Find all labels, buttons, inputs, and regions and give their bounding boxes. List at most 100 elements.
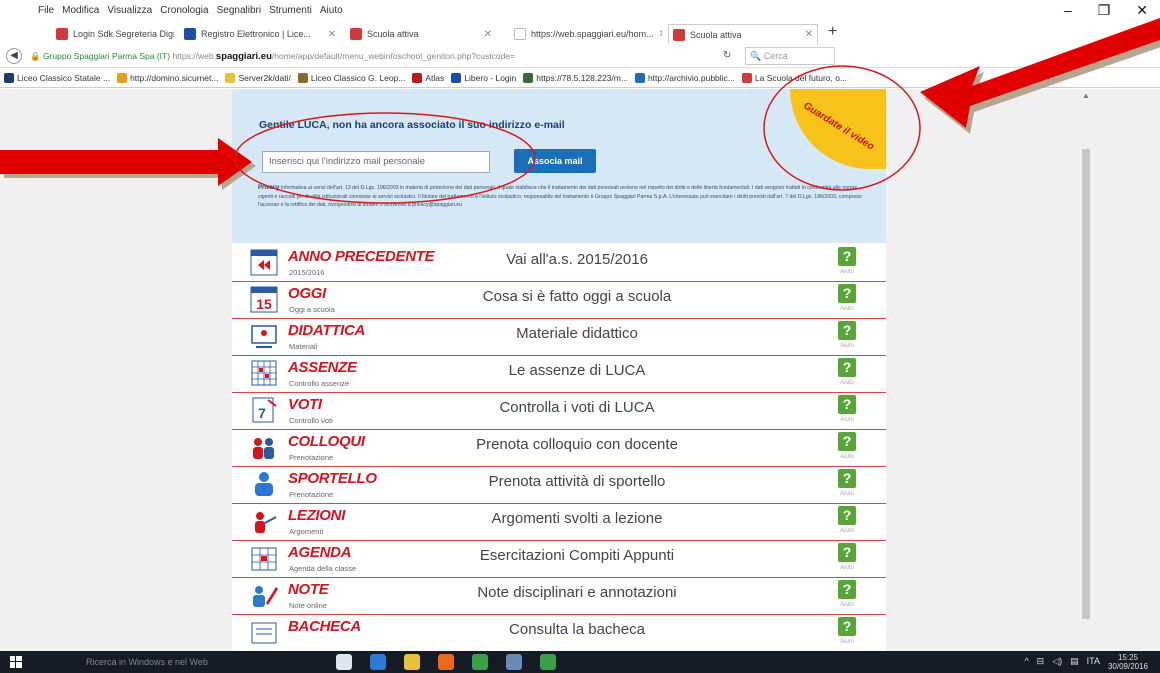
menu-item[interactable]: Visualizza: [107, 5, 152, 16]
tab-label: Registro Elettronico | Lice...: [201, 29, 311, 39]
menu-item[interactable]: Segnalibri: [217, 5, 261, 16]
menu-title: LEZIONI: [288, 507, 346, 524]
firefox-icon[interactable]: [438, 654, 454, 670]
bookmark-item[interactable]: La Scuola del futuro, o...: [741, 72, 847, 83]
menu-description: Controlla i voti di LUCA: [499, 399, 655, 416]
menu-item-voti[interactable]: 7 VOTI Controllo voti Controlla i voti di L…: [232, 393, 886, 430]
app-icon[interactable]: [506, 654, 522, 670]
help-icon[interactable]: ?: [838, 247, 856, 266]
menu-item-oggi[interactable]: 15 OGGI Oggi a scuola Cosa si è fatto oggi …: [232, 282, 886, 319]
back-button[interactable]: ◀: [6, 48, 22, 64]
close-tab-icon[interactable]: ✕: [805, 29, 817, 40]
bookmark-item[interactable]: http://domino.sicurnet...: [117, 72, 218, 83]
menu-item[interactable]: Strumenti: [269, 5, 312, 16]
bookmark-label: Server2k/dati/: [238, 72, 291, 83]
whiteboard-icon: [250, 322, 278, 350]
bookmark-item[interactable]: Server2k/dati/: [225, 72, 291, 83]
menu-item-anno-precedente[interactable]: ANNO PRECEDENTE 2015/2016 Vai all'a.s. 201…: [232, 245, 886, 282]
tab[interactable]: Login Sdk Segreteria Digit...✕: [52, 24, 174, 44]
help-icon[interactable]: ?: [838, 469, 856, 488]
help-icon[interactable]: ?: [838, 580, 856, 599]
search-field[interactable]: 🔍 Cerca: [745, 47, 835, 65]
bookmark-item[interactable]: Liceo Classico Statale ...: [4, 72, 110, 83]
chrome-icon-2[interactable]: [540, 654, 556, 670]
language-indicator[interactable]: ITA: [1087, 656, 1100, 667]
menu-description: Consulta la bacheca: [509, 621, 645, 638]
agenda-icon: [250, 544, 278, 572]
menu-item-didattica[interactable]: DIDATTICA Materiali Materiale didattico? Ai…: [232, 319, 886, 356]
help-icon[interactable]: ?: [838, 358, 856, 377]
tab-label: Scuola attiva: [690, 29, 742, 40]
favicon-icon: [225, 72, 236, 83]
menu-item-agenda[interactable]: AGENDA Agenda della classe Esercitazioni C…: [232, 541, 886, 578]
reload-icon[interactable]: ↻: [723, 50, 731, 61]
scrollbar[interactable]: ▲: [1080, 89, 1092, 651]
restore-icon[interactable]: ❐: [1098, 2, 1111, 19]
menu-item-assenze[interactable]: ASSENZE Controllo assenze Le assenze di LU…: [232, 356, 886, 393]
volume-icon[interactable]: ◁): [1052, 656, 1062, 667]
bookmark-item[interactable]: http://archivio.pubblic...: [634, 72, 735, 83]
associate-mail-button[interactable]: Associa mail: [514, 149, 596, 173]
help-icon[interactable]: ?: [838, 321, 856, 340]
menu-item[interactable]: Aiuto: [320, 5, 343, 16]
taskbar-search[interactable]: Ricerca in Windows e nel Web: [78, 654, 308, 670]
url-domain: spaggiari.eu: [215, 51, 272, 62]
store-icon[interactable]: [336, 654, 352, 670]
email-field[interactable]: Inserisci qui l'indirizzo mail personale: [262, 151, 490, 173]
close-tab-icon[interactable]: ✕: [484, 29, 496, 40]
menu-item[interactable]: Modifica: [62, 5, 99, 16]
menu-item-sportello[interactable]: SPORTELLO Prenotazione Prenota attività di…: [232, 467, 886, 504]
start-button[interactable]: [0, 651, 32, 673]
help-icon[interactable]: ?: [838, 432, 856, 451]
chrome-icon[interactable]: [472, 654, 488, 670]
tab[interactable]: Scuola attiva ✕: [668, 24, 818, 44]
new-tab-button[interactable]: +: [828, 23, 837, 41]
bookmark-item[interactable]: Atlas: [412, 72, 444, 83]
person-desk-icon: [250, 470, 278, 498]
bookmark-item[interactable]: Libero - Login: [451, 72, 516, 83]
menu-title: ANNO PRECEDENTE: [288, 248, 435, 265]
menu-item-bacheca[interactable]: BACHECA Consulta la bacheca? Aiuto: [232, 615, 886, 651]
help-icon[interactable]: ?: [838, 617, 856, 636]
help-icon[interactable]: ?: [838, 506, 856, 525]
notifications-icon[interactable]: ▤: [1070, 656, 1079, 667]
scroll-thumb[interactable]: [1082, 149, 1090, 619]
close-icon[interactable]: ✕: [1136, 2, 1148, 19]
menu-item-lezioni[interactable]: LEZIONI Argomenti Argomenti svolti a lezio…: [232, 504, 886, 541]
close-tab-icon[interactable]: ✕: [328, 29, 340, 40]
tab[interactable]: Registro Elettronico | Lice... ✕: [180, 24, 340, 44]
note-person-icon: [250, 581, 278, 609]
page-content: Gentile LUCA, non ha ancora associato il…: [232, 89, 886, 651]
edge-icon[interactable]: [370, 654, 386, 670]
help-icon[interactable]: ?: [838, 395, 856, 414]
clock[interactable]: 15:25 30/09/2016: [1108, 653, 1148, 671]
menu-item-note[interactable]: NOTE Note online Note disciplinari e annot…: [232, 578, 886, 615]
help-icon[interactable]: ?: [838, 543, 856, 562]
explorer-icon[interactable]: [404, 654, 420, 670]
favicon-icon: [297, 72, 308, 83]
menu-icon[interactable]: ☰: [1062, 50, 1074, 66]
menu-description: Le assenze di LUCA: [508, 362, 646, 379]
menu-subtitle: Prenotazione: [289, 490, 334, 499]
help-label: Aiuto: [840, 380, 854, 386]
scroll-up-icon[interactable]: ▲: [1082, 91, 1090, 100]
address-bar[interactable]: 🔒 Gruppo Spaggiari Parma Spa (IT) https:…: [30, 48, 720, 64]
menu-item[interactable]: File: [38, 5, 54, 16]
network-icon[interactable]: ⊟: [1037, 656, 1045, 667]
menu-item[interactable]: Cronologia: [160, 5, 208, 16]
minimize-icon[interactable]: –: [1064, 2, 1072, 19]
bookmark-item[interactable]: Liceo Classico G. Leop...: [297, 72, 405, 83]
close-tab-icon[interactable]: ✕: [659, 29, 662, 40]
bookmark-item[interactable]: https://78.5.128.223/m...: [523, 72, 628, 83]
tab-bar: Login Sdk Segreteria Digit...✕ Registro E…: [0, 22, 1160, 44]
help-icon[interactable]: ?: [838, 284, 856, 303]
back-calendar-icon: [250, 248, 278, 276]
video-badge[interactable]: Guardate il video: [790, 89, 886, 169]
tray-arrow-icon[interactable]: ^: [1024, 656, 1028, 667]
tab[interactable]: https://web.spaggiari.eu/hom... ✕: [510, 24, 662, 44]
tab[interactable]: Scuola attiva ✕: [346, 24, 496, 44]
bookmarks-bar: Liceo Classico Statale ... http://domino.…: [0, 68, 1160, 88]
menu-item-colloqui[interactable]: COLLOQUI Prenotazione Prenota colloquio co…: [232, 430, 886, 467]
favicon-icon: [56, 28, 68, 40]
calendar-15-icon: 15: [250, 285, 278, 313]
